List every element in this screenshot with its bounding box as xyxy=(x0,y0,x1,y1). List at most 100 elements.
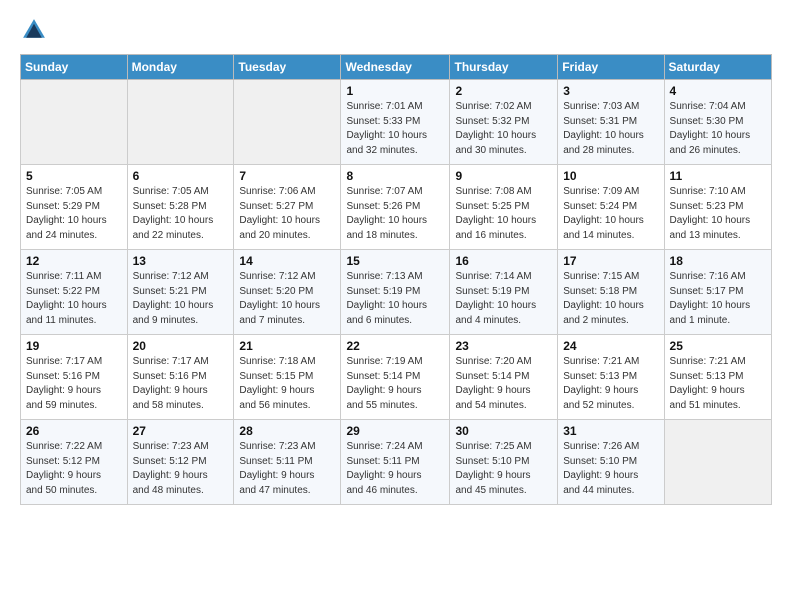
calendar-cell: 9Sunrise: 7:08 AM Sunset: 5:25 PM Daylig… xyxy=(450,165,558,250)
day-info: Sunrise: 7:15 AM Sunset: 5:18 PM Dayligh… xyxy=(563,270,658,328)
week-row-4: 19 Sunrise: 7:17 AM Sunset: 5:16 PM Dayli… xyxy=(21,335,772,420)
day-info: Sunrise: 7:12 AM Sunset: 5:20 PM Dayligh… xyxy=(239,270,335,328)
calendar-cell: 6 Sunrise: 7:05 AM Sunset: 5:28 PM Daylig… xyxy=(127,165,234,250)
day-info: Sunrise: 7:22 AM Sunset: 5:12 PM Dayligh… xyxy=(26,440,122,498)
day-info: Sunrise: 7:17 AM Sunset: 5:16 PM Dayligh… xyxy=(133,355,229,413)
day-info: Sunrise: 7:13 AM Sunset: 5:19 PM Dayligh… xyxy=(346,270,444,328)
day-info: Sunrise: 7:19 AM Sunset: 5:14 PM Dayligh… xyxy=(346,355,444,413)
calendar-cell xyxy=(234,80,341,165)
calendar-cell: 21 Sunrise: 7:18 AM Sunset: 5:15 PM Dayli… xyxy=(234,335,341,420)
day-info: Sunrise: 7:20 AM Sunset: 5:14 PM Dayligh… xyxy=(455,355,552,413)
calendar-cell: 3 Sunrise: 7:03 AM Sunset: 5:31 PM Daylig… xyxy=(558,80,664,165)
weekday-header-row: SundayMondayTuesdayWednesdayThursdayFrid… xyxy=(21,55,772,80)
day-number: 17 xyxy=(563,254,658,268)
calendar-cell: 24 Sunrise: 7:21 AM Sunset: 5:13 PM Dayli… xyxy=(558,335,664,420)
calendar-cell: 19 Sunrise: 7:17 AM Sunset: 5:16 PM Dayli… xyxy=(21,335,128,420)
day-number: 23 xyxy=(455,339,552,353)
calendar-cell: 13 Sunrise: 7:12 AM Sunset: 5:21 PM Dayli… xyxy=(127,250,234,335)
day-info: Sunrise: 7:01 AM Sunset: 5:33 PM Dayligh… xyxy=(346,100,444,158)
day-number: 19 xyxy=(26,339,122,353)
calendar-cell xyxy=(664,420,771,505)
week-row-5: 26 Sunrise: 7:22 AM Sunset: 5:12 PM Dayli… xyxy=(21,420,772,505)
day-info: Sunrise: 7:04 AM Sunset: 5:30 PM Dayligh… xyxy=(670,100,766,158)
day-number: 3 xyxy=(563,84,658,98)
weekday-saturday: Saturday xyxy=(664,55,771,80)
calendar-cell: 15 Sunrise: 7:13 AM Sunset: 5:19 PM Dayli… xyxy=(341,250,450,335)
page: SundayMondayTuesdayWednesdayThursdayFrid… xyxy=(0,0,792,521)
calendar-cell: 10Sunrise: 7:09 AM Sunset: 5:24 PM Dayli… xyxy=(558,165,664,250)
day-info: Sunrise: 7:10 AM Sunset: 5:23 PM Dayligh… xyxy=(670,185,766,243)
day-number: 27 xyxy=(133,424,229,438)
day-info: Sunrise: 7:05 AM Sunset: 5:28 PM Dayligh… xyxy=(133,185,229,243)
day-number: 11 xyxy=(670,169,766,183)
logo-icon xyxy=(20,16,48,44)
day-number: 28 xyxy=(239,424,335,438)
day-number: 2 xyxy=(455,84,552,98)
day-number: 15 xyxy=(346,254,444,268)
day-number: 18 xyxy=(670,254,766,268)
day-info: Sunrise: 7:14 AM Sunset: 5:19 PM Dayligh… xyxy=(455,270,552,328)
calendar-cell: 22 Sunrise: 7:19 AM Sunset: 5:14 PM Dayli… xyxy=(341,335,450,420)
day-number: 20 xyxy=(133,339,229,353)
calendar-cell: 26 Sunrise: 7:22 AM Sunset: 5:12 PM Dayli… xyxy=(21,420,128,505)
calendar-cell: 29 Sunrise: 7:24 AM Sunset: 5:11 PM Dayli… xyxy=(341,420,450,505)
week-row-2: 5Sunrise: 7:05 AM Sunset: 5:29 PM Daylig… xyxy=(21,165,772,250)
calendar-cell: 7Sunrise: 7:06 AM Sunset: 5:27 PM Daylig… xyxy=(234,165,341,250)
calendar-cell: 17 Sunrise: 7:15 AM Sunset: 5:18 PM Dayli… xyxy=(558,250,664,335)
day-info: Sunrise: 7:23 AM Sunset: 5:11 PM Dayligh… xyxy=(239,440,335,498)
header xyxy=(20,16,772,44)
weekday-tuesday: Tuesday xyxy=(234,55,341,80)
calendar-cell: 11 Sunrise: 7:10 AM Sunset: 5:23 PM Dayli… xyxy=(664,165,771,250)
day-number: 7 xyxy=(239,169,335,183)
logo xyxy=(20,16,50,44)
day-info: Sunrise: 7:05 AM Sunset: 5:29 PM Dayligh… xyxy=(26,185,122,243)
week-row-3: 12Sunrise: 7:11 AM Sunset: 5:22 PM Dayli… xyxy=(21,250,772,335)
day-number: 22 xyxy=(346,339,444,353)
day-info: Sunrise: 7:09 AM Sunset: 5:24 PM Dayligh… xyxy=(563,185,658,243)
weekday-friday: Friday xyxy=(558,55,664,80)
calendar-cell: 20 Sunrise: 7:17 AM Sunset: 5:16 PM Dayli… xyxy=(127,335,234,420)
day-number: 14 xyxy=(239,254,335,268)
weekday-wednesday: Wednesday xyxy=(341,55,450,80)
day-number: 26 xyxy=(26,424,122,438)
calendar-cell: 27 Sunrise: 7:23 AM Sunset: 5:12 PM Dayli… xyxy=(127,420,234,505)
day-number: 30 xyxy=(455,424,552,438)
calendar-cell: 14 Sunrise: 7:12 AM Sunset: 5:20 PM Dayli… xyxy=(234,250,341,335)
weekday-monday: Monday xyxy=(127,55,234,80)
day-number: 8 xyxy=(346,169,444,183)
calendar-cell: 4 Sunrise: 7:04 AM Sunset: 5:30 PM Daylig… xyxy=(664,80,771,165)
calendar-cell xyxy=(127,80,234,165)
day-number: 4 xyxy=(670,84,766,98)
day-info: Sunrise: 7:07 AM Sunset: 5:26 PM Dayligh… xyxy=(346,185,444,243)
calendar-table: SundayMondayTuesdayWednesdayThursdayFrid… xyxy=(20,54,772,505)
day-info: Sunrise: 7:11 AM Sunset: 5:22 PM Dayligh… xyxy=(26,270,122,328)
calendar-cell: 5Sunrise: 7:05 AM Sunset: 5:29 PM Daylig… xyxy=(21,165,128,250)
day-number: 25 xyxy=(670,339,766,353)
day-number: 13 xyxy=(133,254,229,268)
day-number: 24 xyxy=(563,339,658,353)
calendar-cell: 1 Sunrise: 7:01 AM Sunset: 5:33 PM Daylig… xyxy=(341,80,450,165)
day-info: Sunrise: 7:03 AM Sunset: 5:31 PM Dayligh… xyxy=(563,100,658,158)
weekday-thursday: Thursday xyxy=(450,55,558,80)
calendar-cell xyxy=(21,80,128,165)
calendar-cell: 28 Sunrise: 7:23 AM Sunset: 5:11 PM Dayli… xyxy=(234,420,341,505)
day-info: Sunrise: 7:12 AM Sunset: 5:21 PM Dayligh… xyxy=(133,270,229,328)
day-info: Sunrise: 7:21 AM Sunset: 5:13 PM Dayligh… xyxy=(670,355,766,413)
day-number: 16 xyxy=(455,254,552,268)
calendar-cell: 31Sunrise: 7:26 AM Sunset: 5:10 PM Dayli… xyxy=(558,420,664,505)
day-info: Sunrise: 7:25 AM Sunset: 5:10 PM Dayligh… xyxy=(455,440,552,498)
day-info: Sunrise: 7:26 AM Sunset: 5:10 PM Dayligh… xyxy=(563,440,658,498)
day-number: 1 xyxy=(346,84,444,98)
day-info: Sunrise: 7:18 AM Sunset: 5:15 PM Dayligh… xyxy=(239,355,335,413)
day-info: Sunrise: 7:17 AM Sunset: 5:16 PM Dayligh… xyxy=(26,355,122,413)
calendar-cell: 23 Sunrise: 7:20 AM Sunset: 5:14 PM Dayli… xyxy=(450,335,558,420)
calendar-cell: 18Sunrise: 7:16 AM Sunset: 5:17 PM Dayli… xyxy=(664,250,771,335)
day-info: Sunrise: 7:21 AM Sunset: 5:13 PM Dayligh… xyxy=(563,355,658,413)
weekday-sunday: Sunday xyxy=(21,55,128,80)
day-number: 6 xyxy=(133,169,229,183)
calendar-cell: 25 Sunrise: 7:21 AM Sunset: 5:13 PM Dayli… xyxy=(664,335,771,420)
day-info: Sunrise: 7:23 AM Sunset: 5:12 PM Dayligh… xyxy=(133,440,229,498)
day-number: 21 xyxy=(239,339,335,353)
day-number: 29 xyxy=(346,424,444,438)
day-info: Sunrise: 7:24 AM Sunset: 5:11 PM Dayligh… xyxy=(346,440,444,498)
